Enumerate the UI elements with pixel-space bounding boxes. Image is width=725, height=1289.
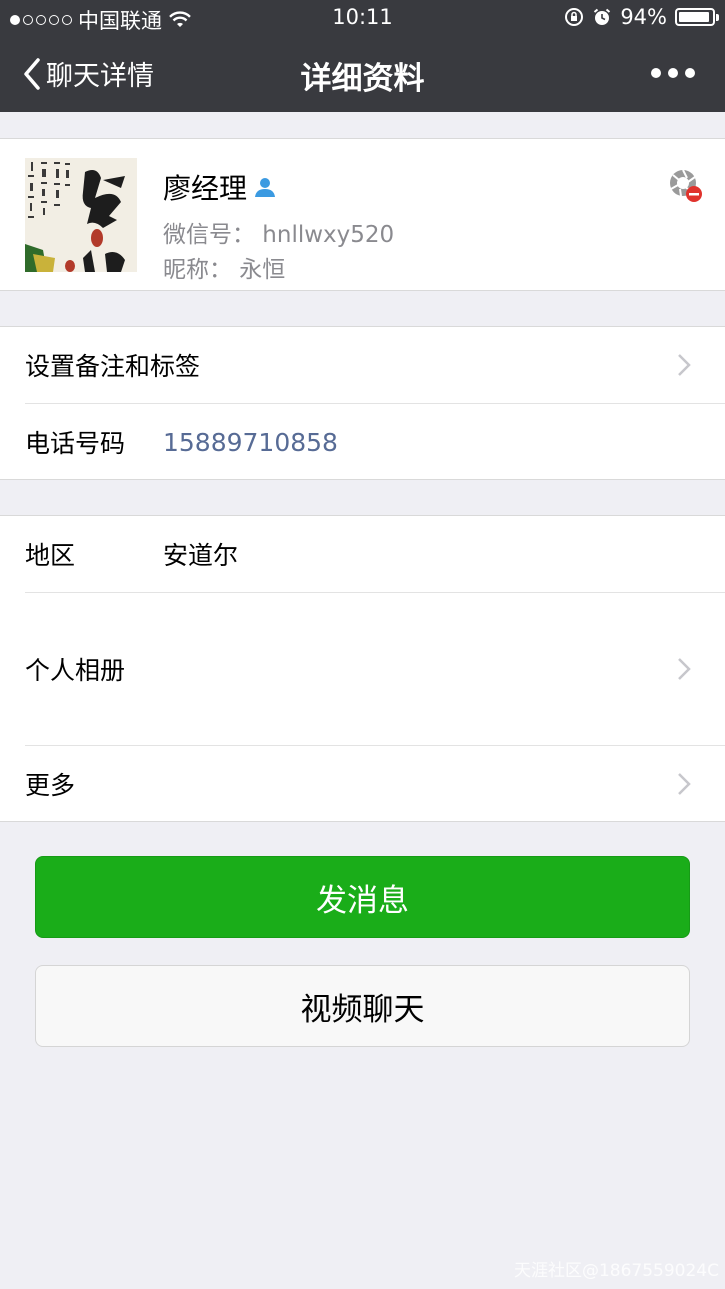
phone-label: 电话号码 [25, 429, 126, 458]
chevron-right-icon [678, 658, 691, 680]
region-label: 地区 [25, 541, 76, 570]
video-chat-button[interactable]: 视频聊天 [35, 965, 690, 1047]
region-value: 安道尔 [163, 541, 239, 570]
status-bar: 中国联通 10:11 94% [0, 0, 725, 36]
contact-name: 廖经理 [163, 167, 277, 207]
avatar[interactable] [25, 158, 137, 272]
navigation-bar: 聊天详情 详细资料 [0, 36, 725, 112]
phone-row: 电话号码 15889710858 [0, 404, 725, 480]
battery-fill [679, 12, 709, 22]
camera-aperture-icon[interactable] [669, 169, 703, 203]
more-label: 更多 [25, 771, 76, 800]
send-message-button[interactable]: 发消息 [35, 856, 690, 938]
chevron-right-icon [678, 773, 691, 795]
remark-and-tags-label: 设置备注和标签 [25, 352, 201, 381]
personal-album-row[interactable]: 个人相册 [0, 593, 725, 745]
more-dots-icon[interactable] [651, 68, 695, 78]
region-row: 地区 安道尔 [0, 516, 725, 592]
contact-name-text: 廖经理 [163, 172, 248, 205]
rotation-lock-icon [565, 8, 584, 26]
alarm-icon [594, 8, 611, 25]
user-icon [255, 178, 276, 197]
wechat-id: 微信号： hnllwxy520 [163, 222, 395, 248]
phone-number-link[interactable]: 15889710858 [163, 428, 338, 457]
battery-icon [675, 8, 719, 26]
avatar-calligraphy-image [25, 158, 137, 272]
contact-info-group: 设置备注和标签 电话号码 15889710858 [0, 326, 725, 480]
profile-card: 廖经理 微信号： hnllwxy520 昵称： 永恒 [0, 138, 725, 291]
nickname: 昵称： 永恒 [163, 257, 286, 283]
watermark: 天涯社区@1867559024C [513, 1261, 719, 1281]
top-bar: 中国联通 10:11 94% 聊天详情 详细资料 [0, 0, 725, 112]
page-title: 详细资料 [300, 61, 425, 97]
personal-album-label: 个人相册 [25, 656, 126, 685]
contact-details-group: 地区 安道尔 个人相册 更多 [0, 515, 725, 822]
battery-percent: 94% [620, 5, 667, 29]
remark-and-tags-row[interactable]: 设置备注和标签 [0, 327, 725, 403]
chevron-right-icon [678, 354, 691, 376]
more-row[interactable]: 更多 [0, 746, 725, 822]
status-right: 94% [564, 5, 719, 29]
